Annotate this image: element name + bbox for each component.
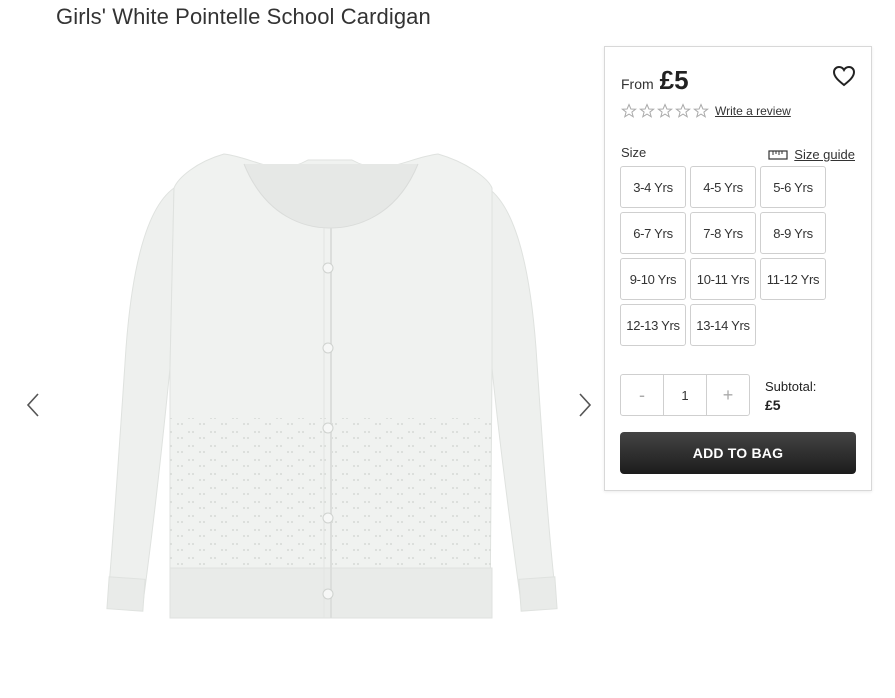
add-to-bag-button[interactable]: ADD TO BAG bbox=[620, 432, 856, 474]
subtotal-value: £5 bbox=[765, 397, 781, 413]
size-option[interactable]: 3-4 Yrs bbox=[620, 166, 686, 208]
star-empty-icon bbox=[693, 103, 709, 118]
star-empty-icon bbox=[657, 103, 673, 118]
size-option[interactable]: 12-13 Yrs bbox=[620, 304, 686, 346]
size-option[interactable]: 7-8 Yrs bbox=[690, 212, 756, 254]
price-from-label: From bbox=[621, 76, 654, 92]
chevron-right-icon bbox=[579, 393, 592, 417]
star-empty-icon bbox=[675, 103, 691, 118]
size-options: 3-4 Yrs 4-5 Yrs 5-6 Yrs 6-7 Yrs 7-8 Yrs … bbox=[620, 166, 860, 346]
star-rating bbox=[621, 103, 709, 119]
quantity-input[interactable]: 1 bbox=[663, 375, 707, 415]
size-option[interactable]: 4-5 Yrs bbox=[690, 166, 756, 208]
chevron-left-icon bbox=[26, 393, 39, 417]
star-empty-icon bbox=[639, 103, 655, 118]
quantity-decrease-button[interactable]: - bbox=[621, 375, 663, 415]
size-option[interactable]: 13-14 Yrs bbox=[690, 304, 756, 346]
gallery-prev-button[interactable] bbox=[22, 390, 46, 420]
size-option[interactable]: 9-10 Yrs bbox=[620, 258, 686, 300]
size-option[interactable]: 8-9 Yrs bbox=[760, 212, 826, 254]
product-title: Girls' White Pointelle School Cardigan bbox=[56, 4, 431, 29]
wishlist-button[interactable] bbox=[831, 63, 857, 89]
size-guide-label: Size guide bbox=[794, 147, 855, 162]
quantity-increase-button[interactable]: + bbox=[707, 375, 749, 415]
heart-icon bbox=[832, 65, 856, 87]
ruler-icon bbox=[768, 149, 788, 160]
size-option[interactable]: 5-6 Yrs bbox=[760, 166, 826, 208]
subtotal: Subtotal: £5 bbox=[765, 378, 816, 414]
size-option[interactable]: 10-11 Yrs bbox=[690, 258, 756, 300]
rating-row: Write a review bbox=[621, 103, 791, 119]
size-option[interactable]: 6-7 Yrs bbox=[620, 212, 686, 254]
size-guide-link[interactable]: Size guide bbox=[768, 147, 855, 162]
gallery-next-button[interactable] bbox=[572, 390, 596, 420]
price-value: £5 bbox=[659, 65, 689, 95]
size-label: Size bbox=[621, 145, 647, 160]
product-image bbox=[106, 153, 558, 619]
write-review-link[interactable]: Write a review bbox=[715, 104, 791, 118]
product-gallery bbox=[0, 40, 600, 680]
price-row: From £5 bbox=[621, 65, 689, 96]
size-option[interactable]: 11-12 Yrs bbox=[760, 258, 826, 300]
quantity-stepper: - 1 + bbox=[620, 374, 750, 416]
subtotal-label: Subtotal: bbox=[765, 379, 817, 394]
purchase-panel: From £5 Write a review Size Size guide 3… bbox=[604, 46, 872, 491]
star-empty-icon bbox=[621, 103, 637, 118]
